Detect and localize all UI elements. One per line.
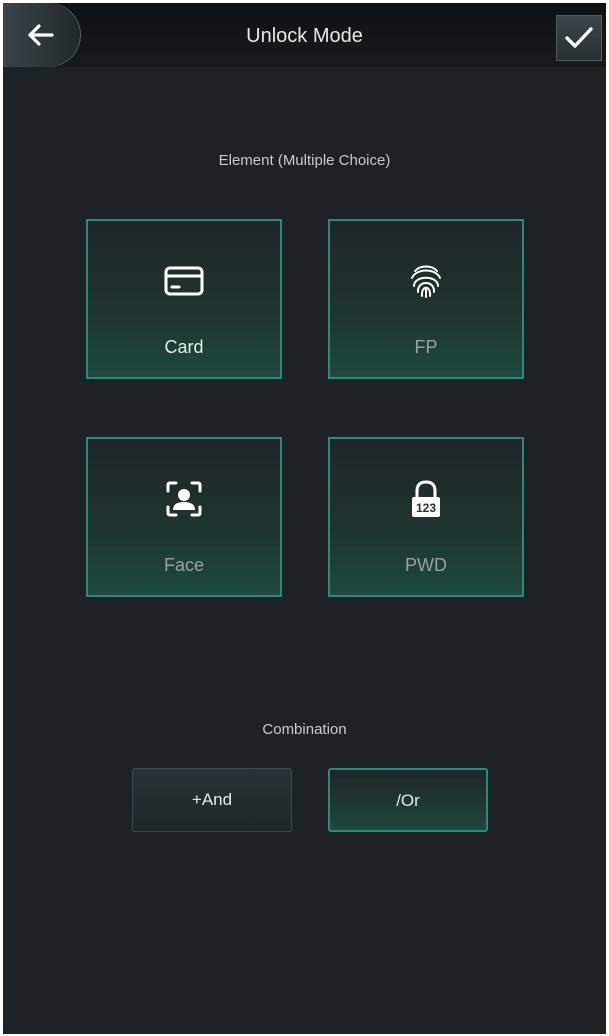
header-bar: Unlock Mode [3,3,606,67]
password-lock-icon: 123 [330,479,522,519]
element-tile-pwd[interactable]: 123 PWD [328,437,524,597]
back-button[interactable] [3,3,81,67]
element-tile-face[interactable]: Face [86,437,282,597]
face-icon [88,479,280,519]
tile-label-face: Face [163,555,205,575]
check-icon [565,27,593,48]
unlock-mode-screen: Unlock Mode Element (Multiple Choice) Ca… [3,3,606,1034]
combination-section-label: Combination [262,721,347,738]
tile-label-pwd: PWD [405,555,447,575]
and-button[interactable]: +And [132,768,292,832]
confirm-button[interactable] [556,15,602,61]
element-tile-card[interactable]: Card [86,219,282,379]
card-icon [88,261,280,301]
arrow-left-icon [28,24,54,46]
element-tile-fp[interactable]: FP [328,219,524,379]
tile-label-card: Card [164,337,204,357]
tile-label-fp: FP [414,337,438,357]
element-section-label: Element (Multiple Choice) [218,152,391,169]
or-button[interactable]: /Or [328,768,488,832]
fingerprint-icon [330,261,522,301]
page-title: Unlock Mode [246,25,363,47]
lock-digits-text: 123 [416,501,436,515]
